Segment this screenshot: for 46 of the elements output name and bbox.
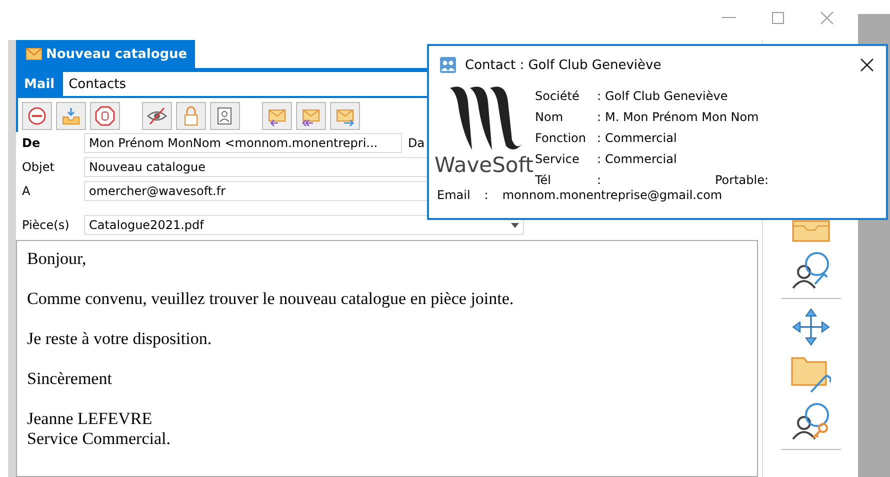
separator: : <box>597 109 602 126</box>
field-label: A <box>22 184 32 198</box>
field-label: Objet <box>22 160 56 174</box>
popup-title: Contact : Golf Club Geneviève <box>465 58 662 72</box>
envelope-icon <box>26 48 42 60</box>
separator: : <box>597 172 602 189</box>
inbox-download-icon[interactable] <box>56 102 86 130</box>
cancel-icon[interactable] <box>22 102 52 130</box>
input-field[interactable]: Mon Prénom MonNom <monnom.monentrepri... <box>84 133 402 153</box>
close-icon[interactable] <box>860 58 874 72</box>
contact-label: Email <box>437 188 470 202</box>
document-tab[interactable]: Nouveau catalogue <box>16 40 196 68</box>
separator: : <box>597 130 602 147</box>
signature-line: Service Commercial. <box>26 429 172 449</box>
contacts-icon <box>439 56 457 74</box>
contact-value: M. Mon Prénom Mon Nom <box>605 109 760 126</box>
forward-mail-icon[interactable] <box>330 102 360 130</box>
caret-icon[interactable] <box>510 222 519 228</box>
field-label: De <box>22 136 42 150</box>
body-paragraph: Je reste à votre disposition. <box>26 329 213 349</box>
contact-value: Commercial <box>605 151 678 168</box>
field-label: Da <box>408 136 425 150</box>
contact-value: Commercial <box>605 130 678 147</box>
field-label: Pièce(s) <box>22 218 70 232</box>
hidden-eye-icon[interactable] <box>142 102 172 130</box>
signature-line: Jeanne LEFEVRE <box>26 409 154 429</box>
padlock-icon[interactable] <box>176 102 206 130</box>
attachment-dropdown[interactable]: Catalogue2021.pdf <box>84 215 524 235</box>
contact-label: Portable: <box>715 172 769 189</box>
message-body[interactable]: Bonjour, Comme convenu, veuillez trouver le nouveau catalogue en pièce jointe. Je reste à votre disposition. Sincèrement Jeanne LEFEVRE Service Commercial. <box>16 240 758 477</box>
person-key-icon[interactable] <box>790 401 831 441</box>
separator: : <box>484 188 488 202</box>
maximize-icon[interactable] <box>772 12 784 24</box>
separator: : <box>597 151 602 168</box>
minimize-icon[interactable] <box>722 17 736 19</box>
reply-all-mail-icon[interactable] <box>296 102 326 130</box>
reply-mail-icon[interactable] <box>262 102 292 130</box>
contact-label: Tél <box>535 172 552 189</box>
body-paragraph: Comme convenu, veuillez trouver le nouveau catalogue en pièce jointe. <box>26 289 515 309</box>
contact-label: Fonction <box>535 130 588 147</box>
body-paragraph: Sincèrement <box>26 369 113 389</box>
body-paragraph: Bonjour, <box>26 249 88 269</box>
address-book-icon[interactable] <box>210 102 240 130</box>
contact-label: Service <box>535 151 580 168</box>
contact-label: Nom <box>535 109 564 126</box>
move-arrows-icon[interactable] <box>790 307 831 347</box>
